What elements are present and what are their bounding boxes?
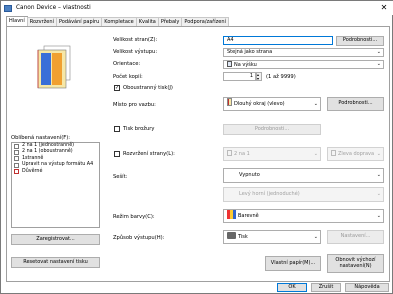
chevron-down-icon: ⌄ (313, 101, 318, 107)
color-mode-label: Režim barvy(C): (113, 214, 155, 220)
custom-paper-button[interactable]: Vlastní papír(M)... (265, 256, 321, 271)
confidential-icon (14, 169, 19, 175)
help-button[interactable]: Nápověda (345, 283, 389, 292)
page-size-label: Velikost stran(Z): (113, 37, 158, 43)
page-size-select[interactable]: A4 (223, 36, 333, 45)
register-button[interactable]: Zaregistrovat... (11, 234, 100, 245)
fit-a4-icon (14, 162, 19, 168)
restore-defaults-button[interactable]: Obnovit výchozí nastavení(N) (327, 254, 384, 273)
copies-range: (1 až 9999) (266, 74, 296, 80)
staple-label: Sešít: (113, 174, 128, 180)
output-size-label: Velikost výstupu: (113, 49, 158, 55)
reset-print-settings-button[interactable]: Resetovat nastavení tisku (11, 257, 100, 268)
tab-paper-source[interactable]: Podávání papíru (55, 17, 103, 26)
printer-icon (227, 232, 236, 239)
chevron-down-icon: ⌄ (376, 151, 381, 157)
output-method-select[interactable]: Tisk ⌄ (223, 230, 321, 244)
copies-spinner[interactable]: ▴ ▾ (256, 72, 262, 81)
tab-layout[interactable]: Rozvržení (26, 17, 57, 26)
chevron-down-icon: ⌄ (376, 49, 381, 55)
orientation-select[interactable]: Na výšku ⌄ (223, 60, 384, 69)
tab-quality[interactable]: Kvalita (135, 17, 159, 26)
tab-covers[interactable]: Přebaly (157, 17, 183, 26)
left-to-right-icon (331, 150, 336, 156)
booklet-label: Tisk brožury (123, 126, 155, 132)
duplex-checkbox[interactable]: ✓ (114, 85, 120, 91)
favorites-label: Oblíbená nastavení(F): (11, 135, 71, 141)
staple-position-select[interactable]: Levý horní (jednoduché) ⌄ (223, 187, 384, 202)
portrait-icon (227, 61, 232, 67)
color-mode-select[interactable]: Barevně ⌄ (223, 209, 384, 223)
page-layout-label: Rozvržení strany(L): (123, 151, 175, 157)
layout-2in1-icon (227, 150, 232, 156)
page-order-select[interactable]: Zleva doprava ⌄ (327, 147, 384, 161)
page-preview (11, 32, 100, 132)
tab-device-support[interactable]: Podpora/zařízení (181, 17, 229, 26)
copies-input[interactable]: 1 (223, 72, 256, 81)
orientation-label: Orientace: (113, 61, 141, 67)
chevron-down-icon: ⌄ (376, 172, 381, 178)
preview-paper-front (37, 49, 67, 89)
chevron-down-icon: ⌄ (376, 61, 381, 67)
title-bar: Canon Device – vlastnosti ✕ (1, 1, 393, 15)
printer-properties-window: Canon Device – vlastnosti ✕ Hlavní Rozvr… (0, 0, 393, 294)
chevron-down-icon: ⌄ (376, 213, 381, 219)
page-size-details-button[interactable]: Podrobnosti... (336, 36, 384, 46)
booklet-details-button[interactable]: Podrobnosti... (223, 124, 321, 135)
close-button[interactable]: ✕ (379, 3, 389, 13)
binding-select[interactable]: Dlouhý okraj (vlevo) ⌄ (223, 97, 321, 111)
binding-details-button[interactable]: Podrobnosti... (327, 97, 384, 111)
output-method-label: Způsob výstupu(H): (113, 235, 165, 241)
tab-finishing[interactable]: Kompletace (101, 17, 137, 26)
ok-button[interactable]: OK (277, 283, 307, 292)
single-side-icon (14, 156, 19, 162)
page-layout-checkbox[interactable] (114, 151, 120, 157)
layout-2in1-icon (14, 143, 19, 149)
duplex-label: Oboustranný tisk(J) (123, 85, 173, 91)
spin-down-icon[interactable]: ▾ (257, 77, 259, 81)
chevron-down-icon: ⌄ (376, 191, 381, 197)
page-layout-select[interactable]: 2 na 1 ⌄ (223, 147, 321, 161)
chevron-down-icon: ⌄ (313, 234, 318, 240)
window-title: Canon Device – vlastnosti (16, 5, 91, 11)
tab-panel-main: Oblíbená nastavení(F): 2 na 1 (jednostra… (6, 26, 390, 282)
favorites-item[interactable]: Důvěrné (12, 169, 99, 175)
chevron-down-icon: ⌄ (313, 151, 318, 157)
output-settings-button[interactable]: Nastavení... (327, 230, 384, 244)
tab-main[interactable]: Hlavní (6, 16, 28, 26)
cancel-button[interactable]: Zrušit (311, 283, 341, 292)
printer-icon (4, 4, 12, 12)
output-size-select[interactable]: Stejná jako strana ⌄ (223, 48, 384, 57)
staple-select[interactable]: Vypnuto ⌄ (223, 168, 384, 183)
tab-strip: Hlavní Rozvržení Podávání papíru Komplet… (6, 16, 229, 26)
layout-2in1-duplex-icon (14, 150, 19, 156)
copies-label: Počet kopií: (113, 74, 143, 80)
booklet-checkbox[interactable] (114, 126, 120, 132)
binding-label: Místo pro vazbu: (113, 102, 156, 108)
favorites-list[interactable]: 2 na 1 (jednostranně) 2 na 1 (oboustrann… (11, 142, 100, 228)
color-icon (227, 210, 236, 219)
binding-left-icon (227, 98, 232, 106)
